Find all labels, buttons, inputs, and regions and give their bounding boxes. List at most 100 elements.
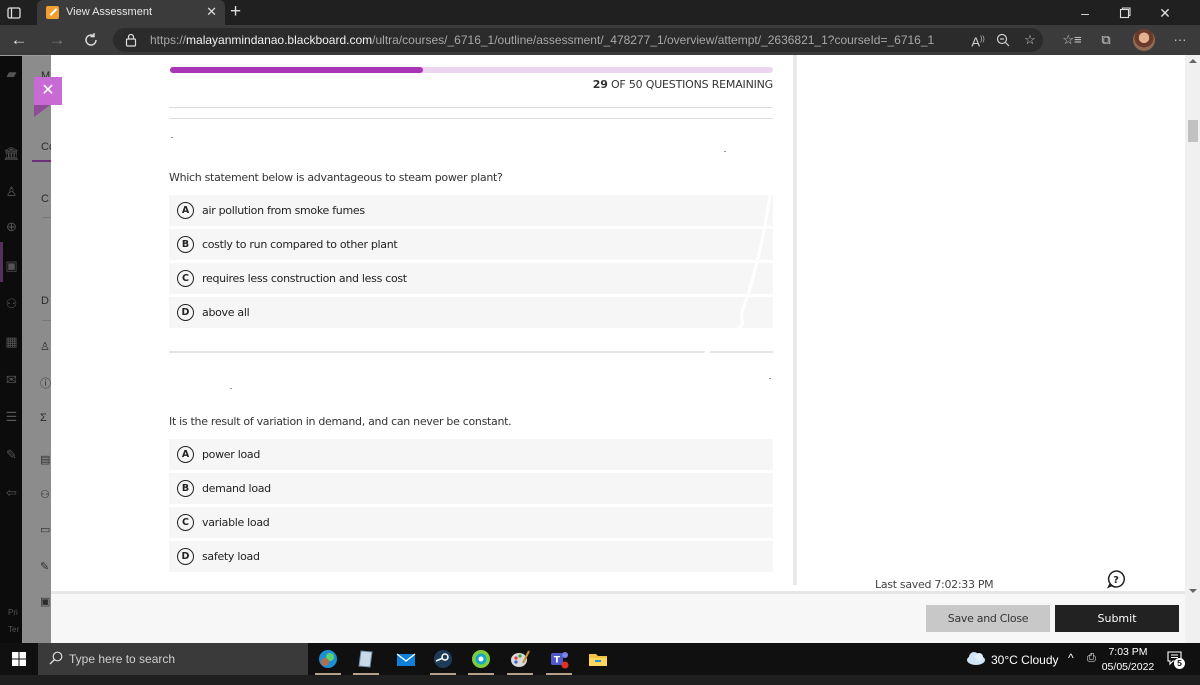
windows-start-icon[interactable] — [12, 652, 26, 666]
option-letter-b: B — [177, 236, 194, 253]
page-content: ▰ 🏛 ♙ ⊕ ▣ ⚇ ▦ ✉ ☰ ✎ ⇦ Pri Ter M Co C D ♙… — [0, 55, 1200, 643]
edge-app-icon[interactable] — [315, 647, 341, 675]
base-navigation: ▰ 🏛 ♙ ⊕ ▣ ⚇ ▦ ✉ ☰ ✎ ⇦ Pri Ter — [0, 55, 22, 643]
option-label: demand load — [202, 482, 271, 495]
paint-app-icon[interactable] — [507, 647, 533, 675]
assessment-footer: Save and Close Submit — [51, 591, 1185, 643]
address-bar[interactable]: https://malayanmindanao.blackboard.com/u… — [113, 28, 1043, 52]
close-panel-button[interactable]: ✕ — [34, 77, 62, 105]
sign-out-icon[interactable]: ⇦ — [3, 484, 20, 501]
favorites-icon[interactable]: ☆≡ — [1062, 30, 1082, 50]
browser-toolbar: ← → https://malayanmindanao.blackboard.c… — [0, 25, 1200, 55]
tools-icon[interactable]: ✎ — [3, 446, 20, 463]
scrollbar-thumb[interactable] — [1188, 120, 1198, 142]
browser-tab-bar: View Assessment ✕ + – ✕ — [0, 0, 1200, 25]
read-aloud-icon[interactable]: A)) — [968, 30, 988, 50]
page-scrollbar[interactable] — [1185, 55, 1200, 643]
submit-button[interactable]: Submit — [1055, 605, 1179, 632]
globe-icon[interactable]: ⊕ — [3, 218, 20, 235]
scroll-down-arrow[interactable] — [1189, 589, 1197, 593]
file-explorer-app-icon[interactable] — [585, 647, 611, 671]
notification-count-badge: 5 — [1174, 658, 1185, 669]
content-side-border — [793, 55, 797, 585]
course-outline-panel: M Co C D ♙ ⓘ Σ ▤ ⚇ ▭ ✎ ▣ — [22, 55, 73, 643]
answer-option[interactable]: A air pollution from smoke fumes — [169, 195, 773, 226]
option-letter-b: B — [177, 480, 194, 497]
question-text: Which statement below is advantageous to… — [169, 171, 503, 184]
messages-icon[interactable]: ✉ — [3, 371, 20, 388]
answer-option[interactable]: C requires less construction and less co… — [169, 263, 773, 294]
option-letter-d: D — [177, 304, 194, 321]
show-hidden-icons-chevron[interactable]: ^ — [1068, 651, 1074, 683]
add-favorite-icon[interactable]: ☆ — [1020, 30, 1040, 50]
tab-title: View Assessment — [66, 6, 153, 18]
close-tab-icon[interactable]: ✕ — [206, 4, 217, 20]
privacy-link[interactable]: Pri — [8, 608, 18, 617]
lock-icon[interactable] — [125, 33, 137, 47]
assessment-panel: 29 OF 50 QUESTIONS REMAINING Which state… — [51, 55, 1185, 643]
mail-app-icon[interactable] — [393, 647, 419, 671]
grades-icon[interactable]: ☰ — [3, 408, 20, 425]
teams-app-icon[interactable]: T — [546, 647, 572, 675]
weather-icon[interactable] — [966, 651, 986, 683]
outline-item[interactable]: C — [41, 193, 49, 205]
calendar-icon[interactable]: ▦ — [3, 333, 20, 350]
blackboard-favicon-icon — [46, 6, 59, 19]
terms-link[interactable]: Ter — [8, 625, 19, 634]
artifact-dot — [769, 378, 771, 379]
collections-icon[interactable]: ⧉ — [1096, 30, 1116, 50]
maximize-icon[interactable] — [1105, 2, 1145, 24]
option-label: power load — [202, 448, 261, 461]
question-divider — [169, 351, 773, 353]
option-label: safety load — [202, 550, 260, 563]
option-letter-a: A — [177, 202, 194, 219]
courses-icon[interactable]: ▣ — [3, 257, 20, 274]
more-icon[interactable]: ··· — [1170, 30, 1190, 50]
close-window-icon[interactable]: ✕ — [1145, 2, 1185, 24]
option-label: variable load — [202, 516, 270, 529]
system-clock[interactable]: 7:03 PM 05/05/2022 — [1098, 646, 1158, 674]
save-and-close-button[interactable]: Save and Close — [926, 605, 1050, 632]
profile-icon[interactable]: ♙ — [3, 183, 20, 200]
meet-now-icon[interactable]: ⎙ — [1087, 652, 1096, 684]
answer-option[interactable]: C variable load — [169, 507, 773, 538]
notepad-app-icon[interactable] — [353, 647, 379, 675]
windows-taskbar: Type here to search T 30°C Cloudy ^ ⎙ 7:… — [0, 643, 1200, 675]
option-letter-c: C — [177, 270, 194, 287]
divider — [169, 118, 773, 119]
answer-option[interactable]: A power load — [169, 439, 773, 470]
refresh-icon[interactable] — [80, 29, 102, 51]
new-tab-icon[interactable]: + — [230, 1, 241, 23]
url-text[interactable]: https://malayanmindanao.blackboard.com/u… — [150, 33, 934, 47]
scroll-up-arrow[interactable] — [1189, 59, 1197, 63]
steam-app-icon[interactable] — [430, 647, 456, 675]
search-icon — [49, 651, 63, 665]
last-saved-status: Last saved 7:02:33 PM — [875, 578, 994, 591]
minimize-icon[interactable]: – — [1065, 2, 1105, 24]
blackboard-logo-icon: ▰ — [6, 66, 17, 81]
zoom-out-icon[interactable] — [993, 30, 1013, 50]
weather-text[interactable]: 30°C Cloudy — [991, 653, 1059, 685]
outline-item[interactable]: D — [41, 295, 49, 307]
organizations-icon[interactable]: ⚇ — [3, 295, 20, 312]
progress-bar-fill — [170, 67, 424, 73]
clock-time: 7:03 PM — [1108, 646, 1148, 658]
back-icon[interactable]: ← — [8, 29, 30, 51]
profile-avatar[interactable] — [1133, 29, 1155, 51]
institution-icon[interactable]: 🏛 — [3, 145, 20, 162]
taskbar-search[interactable]: Type here to search — [38, 643, 308, 675]
answer-option[interactable]: D safety load — [169, 541, 773, 572]
option-label: costly to run compared to other plant — [202, 238, 398, 251]
browser-app-icon[interactable] — [468, 647, 494, 675]
forward-icon[interactable]: → — [46, 29, 68, 51]
progress-bar — [170, 67, 773, 73]
questions-remaining: 29 OF 50 QUESTIONS REMAINING — [592, 78, 773, 91]
artifact-dot — [171, 137, 173, 138]
answer-option[interactable]: D above all — [169, 297, 773, 328]
divider — [169, 107, 773, 108]
help-icon[interactable]: ? — [1106, 569, 1126, 589]
answer-option[interactable]: B costly to run compared to other plant — [169, 229, 773, 260]
tab-actions-icon[interactable] — [5, 4, 23, 22]
answer-option[interactable]: B demand load — [169, 473, 773, 504]
browser-tab[interactable]: View Assessment ✕ — [37, 0, 225, 25]
